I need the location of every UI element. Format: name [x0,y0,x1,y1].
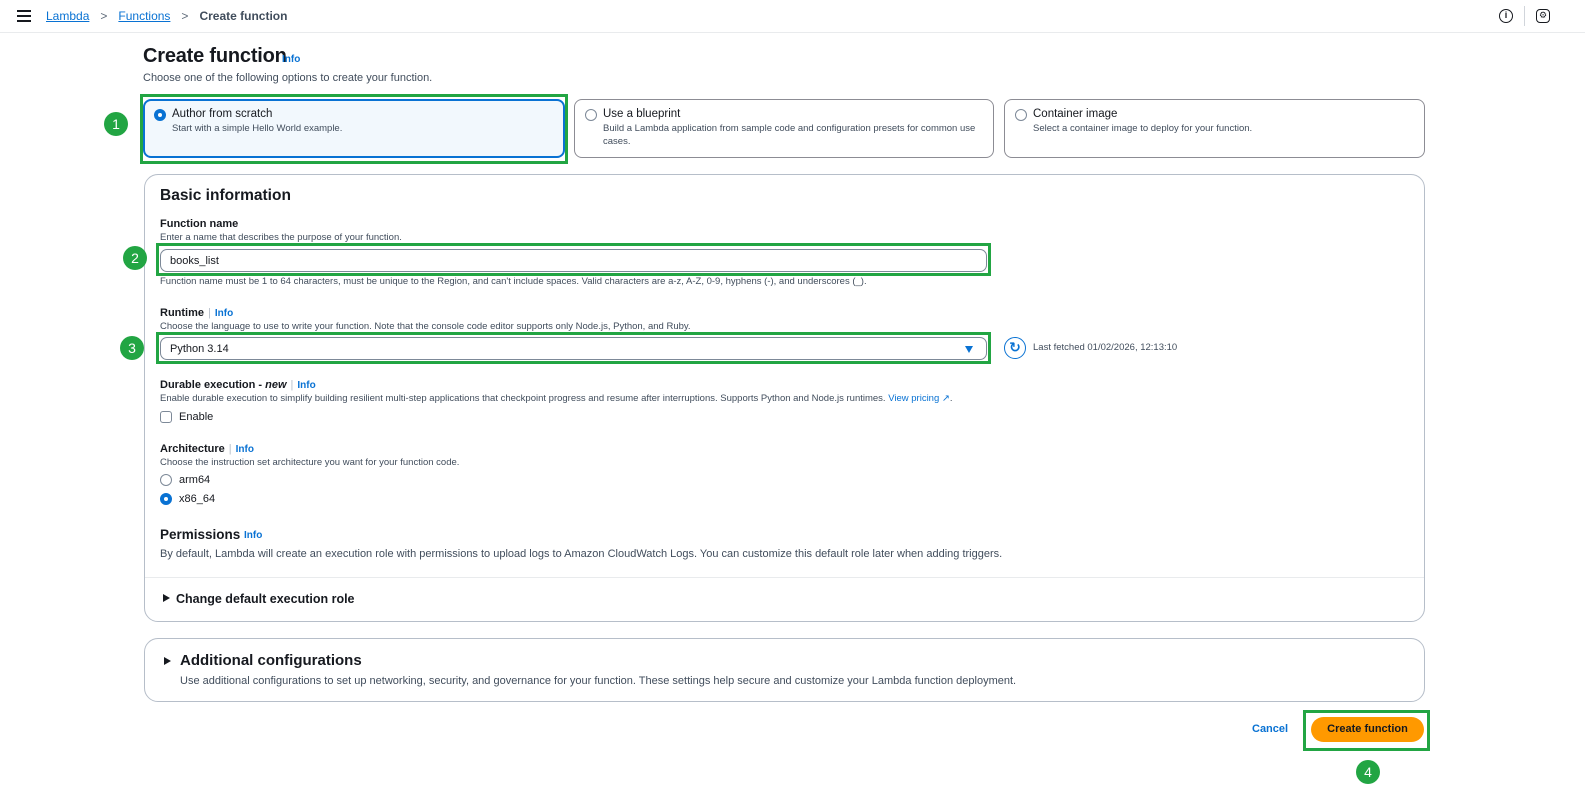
option-container-image[interactable]: Container image Select a container image… [1004,99,1425,158]
runtime-desc: Choose the language to use to write your… [160,321,691,332]
x86-64-label: x86_64 [179,493,216,505]
page-subtitle: Choose one of the following options to c… [143,72,433,84]
enable-checkbox-label: Enable [179,411,214,423]
function-name-label: Function name [160,218,239,230]
enable-durable-checkbox[interactable] [160,411,172,423]
divider [145,577,1424,578]
top-navigation: Lambda > Functions > Create function i ⚙ [0,0,1585,33]
breadcrumb-lambda[interactable]: Lambda [46,9,89,23]
durable-desc-text: Enable durable execution to simplify bui… [160,393,886,404]
additional-configurations-panel [144,638,1425,702]
info-circle-icon[interactable]: i [1499,9,1513,23]
external-link-icon: ↗ [939,393,950,404]
permissions-title: Permissions [160,527,241,542]
durable-execution-label: Durable execution - new | Info [160,379,316,391]
page-title: Create function [143,45,287,67]
radio-x86-64[interactable] [160,493,172,505]
last-fetched-text: Last fetched 01/02/2026, 12:13:10 [1033,342,1178,353]
annotation-badge-2: 2 [123,246,147,270]
option-author-from-scratch[interactable]: Author from scratch Start with a simple … [143,99,565,158]
annotation-badge-1: 1 [104,112,128,136]
settings-icon[interactable]: ⚙ [1536,9,1550,23]
function-name-constraint: Function name must be 1 to 64 characters… [160,276,867,287]
architecture-label-text: Architecture [160,443,225,455]
option-desc: Build a Lambda application from sample c… [603,123,976,147]
separator: | [228,443,232,455]
additional-configurations-desc: Use additional configurations to set up … [180,675,1017,687]
runtime-value: Python 3.14 [170,343,229,355]
function-name-desc: Enter a name that describes the purpose … [160,232,402,243]
caret-right-icon[interactable] [164,657,171,665]
view-pricing-link[interactable]: View pricing [888,393,939,404]
option-desc: Start with a simple Hello World example. [172,123,343,134]
permissions-desc: By default, Lambda will create an execut… [160,548,1003,560]
architecture-desc: Choose the instruction set architecture … [160,457,460,468]
menu-icon[interactable] [17,10,31,22]
new-tag: new [265,379,287,391]
breadcrumb: Lambda > Functions > Create function [46,9,287,23]
create-function-button[interactable]: Create function [1311,717,1424,742]
caret-right-icon[interactable] [163,594,170,602]
radio-selected-icon[interactable] [154,109,166,121]
radio-icon[interactable] [1015,109,1027,121]
durable-desc: Enable durable execution to simplify bui… [160,393,953,404]
durable-info-link[interactable]: Info [297,380,315,391]
option-title: Container image [1033,108,1118,120]
separator: | [208,307,211,319]
refresh-icon[interactable]: ↻ [1004,337,1026,359]
caret-down-icon [965,346,973,353]
option-title: Use a blueprint [603,108,681,120]
chevron-right-icon: > [181,9,189,23]
arm64-label: arm64 [179,474,211,486]
radio-icon[interactable] [585,109,597,121]
runtime-label: Runtime | Info [160,307,233,319]
annotation-badge-3: 3 [120,336,144,360]
breadcrumb-functions[interactable]: Functions [118,9,170,23]
runtime-label-text: Runtime [160,307,204,319]
chevron-right-icon: > [100,9,108,23]
durable-label-text: Durable execution - [160,379,266,391]
separator: | [290,379,294,391]
option-desc: Select a container image to deploy for y… [1033,123,1253,134]
page-info-link[interactable]: Info [282,54,300,65]
divider [1524,6,1525,26]
section-title: Basic information [160,187,291,204]
architecture-label: Architecture | Info [160,443,254,455]
runtime-select[interactable]: Python 3.14 [160,337,987,360]
runtime-info-link[interactable]: Info [215,308,233,319]
permissions-info-link[interactable]: Info [244,530,262,541]
option-use-blueprint[interactable]: Use a blueprint Build a Lambda applicati… [574,99,994,158]
cancel-button[interactable]: Cancel [1252,723,1288,735]
architecture-info-link[interactable]: Info [236,444,254,455]
additional-configurations-expander[interactable]: Additional configurations [180,652,362,669]
function-name-input[interactable]: books_list [160,249,987,272]
annotation-badge-4: 4 [1356,760,1380,784]
change-default-role-expander[interactable]: Change default execution role [176,592,355,606]
radio-arm64[interactable] [160,474,172,486]
breadcrumb-current: Create function [199,9,288,23]
option-title: Author from scratch [172,108,273,120]
